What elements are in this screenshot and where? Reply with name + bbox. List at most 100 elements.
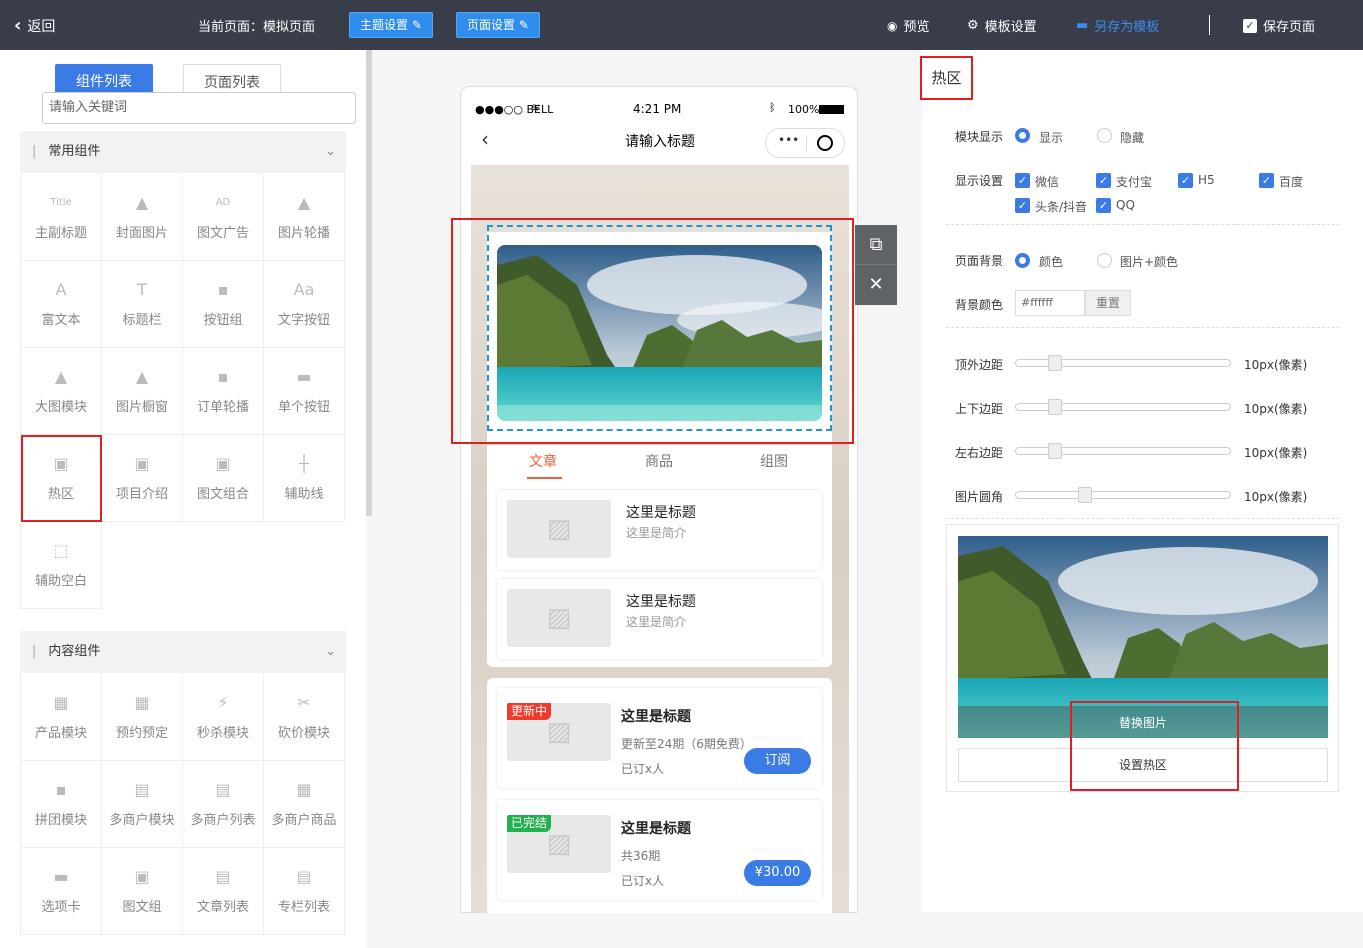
component-item[interactable]: ▲ 封面图片 [102,174,183,261]
component-icon: ▪ [217,280,229,299]
component-item[interactable]: ⬚ 辅助空白 [21,522,102,609]
article-tabs: 文章 商品 组图 [487,445,832,485]
slider-value: 10px(像素) [1244,446,1308,460]
list-item[interactable]: ▨ 更新中 这里是标题 更新至24期（6期免费） 已订x人 订阅 [497,688,822,788]
component-item[interactable]: ▤ 多商户列表 [183,761,264,848]
copy-icon[interactable]: ⧉ [855,225,897,265]
component-item[interactable]: ▬ 选项卡 [21,848,102,935]
slider-handle[interactable] [1048,355,1062,371]
component-label: 项目介绍 [115,487,168,502]
bg-image-radio[interactable] [1097,253,1112,268]
slider-handle[interactable] [1048,399,1062,415]
component-item[interactable]: AD 图文广告 [183,174,264,261]
checkbox-baidu[interactable]: ✓ [1259,173,1274,188]
save-page-button[interactable]: ✓ 保存页面 [1243,16,1315,35]
close-icon[interactable]: ✕ [855,265,897,305]
hotspot-dashed-border [487,225,832,431]
platform-label: 百度 [1279,175,1304,189]
component-label: 文字按钮 [277,313,330,328]
slider-track[interactable] [1015,443,1231,459]
component-item[interactable]: ▲ 图片轮播 [264,174,345,261]
list-item[interactable]: ▨ 已完结 这里是标题 共36期 已订x人 ¥30.00 [497,800,822,900]
theme-settings-button[interactable]: 主题设置 ✎ [349,12,433,38]
slider-track[interactable] [1015,487,1231,503]
component-item[interactable]: ▣ 项目介绍 [102,435,183,522]
status-badge: 已完结 [507,815,552,832]
save-as-template-button[interactable]: ▬ 另存为模板 [1076,16,1159,35]
show-radio[interactable] [1015,128,1030,143]
top-toolbar: ‹ 返回 当前页面：模拟页面 主题设置 ✎ 页面设置 ✎ ◉ 预览 ⚙ 模板设置 ▬ 另… [0,0,1363,50]
component-item[interactable]: ▲ 大图模块 [21,348,102,435]
checkbox-qq[interactable]: ✓ [1096,198,1111,213]
component-label: 预约预定 [115,726,168,741]
article-desc: 这里是简介 [626,526,687,540]
bg-color-radio[interactable] [1015,253,1030,268]
current-page-label: 当前页面：模拟页面 [198,20,316,35]
checkbox-wechat[interactable]: ✓ [1015,173,1030,188]
tab-article[interactable]: 文章 [529,451,557,471]
component-item[interactable]: ▬ 单个按钮 [264,348,345,435]
column-subs: 已订x人 [621,874,665,888]
price-button[interactable]: ¥30.00 [744,860,811,886]
component-item[interactable]: ▲ 图片橱窗 [102,348,183,435]
component-item[interactable]: ▦ 产品模块 [21,674,102,761]
subscribe-button[interactable]: 订阅 [744,748,811,774]
section-content-header[interactable]: | 内容组件 ⌄ [20,631,346,673]
component-item[interactable]: ▦ 多商户商品 [264,761,345,848]
component-item[interactable]: Aa 文字按钮 [264,261,345,348]
display-settings-label: 显示设置 [955,174,1004,188]
component-item[interactable]: ▪ 订单轮播 [183,348,264,435]
capsule-menu[interactable]: ••• [765,128,845,158]
platform-label: 支付宝 [1116,175,1153,189]
reset-button[interactable]: 重置 [1085,290,1131,316]
component-item[interactable]: ▪ 按钮组 [183,261,264,348]
template-settings-button[interactable]: ⚙ 模板设置 [967,16,1037,35]
preview-button[interactable]: ◉ 预览 [887,16,930,36]
checkbox-icon: ✓ [1243,18,1257,33]
search-input[interactable]: 请输入关键词 [42,92,356,124]
component-label: 辅助线 [284,487,324,502]
page-bg-label: 页面背景 [955,254,1004,268]
tab-gallery[interactable]: 组图 [760,451,788,471]
component-label: 多商户列表 [190,813,256,828]
tab-goods[interactable]: 商品 [645,451,673,471]
component-item[interactable]: ▦ 预约预定 [102,674,183,761]
checkbox-h5[interactable]: ✓ [1178,173,1193,188]
hide-radio[interactable] [1097,128,1112,143]
component-item[interactable]: A 富文本 [21,261,102,348]
component-label: 单个按钮 [277,400,330,415]
component-item[interactable]: ▣ 热区 [21,435,102,522]
component-item[interactable]: ⚡ 秒杀模块 [183,674,264,761]
slider-label: 顶外边距 [955,358,1004,372]
checkbox-alipay[interactable]: ✓ [1096,173,1111,188]
component-label: 主副标题 [34,226,87,241]
more-icon[interactable]: ••• [778,133,799,147]
slider-handle[interactable] [1078,487,1092,503]
slider-track[interactable] [1015,399,1231,415]
slider-track[interactable] [1015,355,1231,371]
checkbox-toutiao[interactable]: ✓ [1015,198,1030,213]
component-item[interactable]: ┼ 辅助线 [264,435,345,522]
component-item[interactable]: ▤ 文章列表 [183,848,264,935]
back-button[interactable]: ‹ 返回 [14,15,55,36]
section-common-header[interactable]: | 常用组件 ⌄ [20,131,346,173]
component-item[interactable]: ✂ 砍价模块 [264,674,345,761]
slider-handle[interactable] [1048,443,1062,459]
scrollbar[interactable] [366,50,372,516]
component-item[interactable]: ▤ 专栏列表 [264,848,345,935]
component-item[interactable]: ▣ 图文组 [102,848,183,935]
component-item[interactable]: T 标题栏 [102,261,183,348]
list-item[interactable]: ▨ 这里是标题 这里是简介 [497,490,822,570]
component-item[interactable]: ▪ 拼团模块 [21,761,102,848]
slider-value: 10px(像素) [1244,402,1308,416]
component-item[interactable]: ▣ 图文组合 [183,435,264,522]
slider-label: 图片圆角 [955,490,1004,504]
component-item[interactable]: ▤ 多商户模块 [102,761,183,848]
bg-color-input[interactable]: #ffffff [1015,290,1085,316]
close-circle-icon[interactable] [817,135,833,151]
list-item[interactable]: ▨ 这里是标题 这里是简介 [497,579,822,659]
page-settings-button[interactable]: 页面设置 ✎ [456,12,540,38]
chevron-down-icon: ⌄ [325,144,336,159]
platform-label: H5 [1198,173,1215,187]
component-item[interactable]: Title 主副标题 [21,174,102,261]
